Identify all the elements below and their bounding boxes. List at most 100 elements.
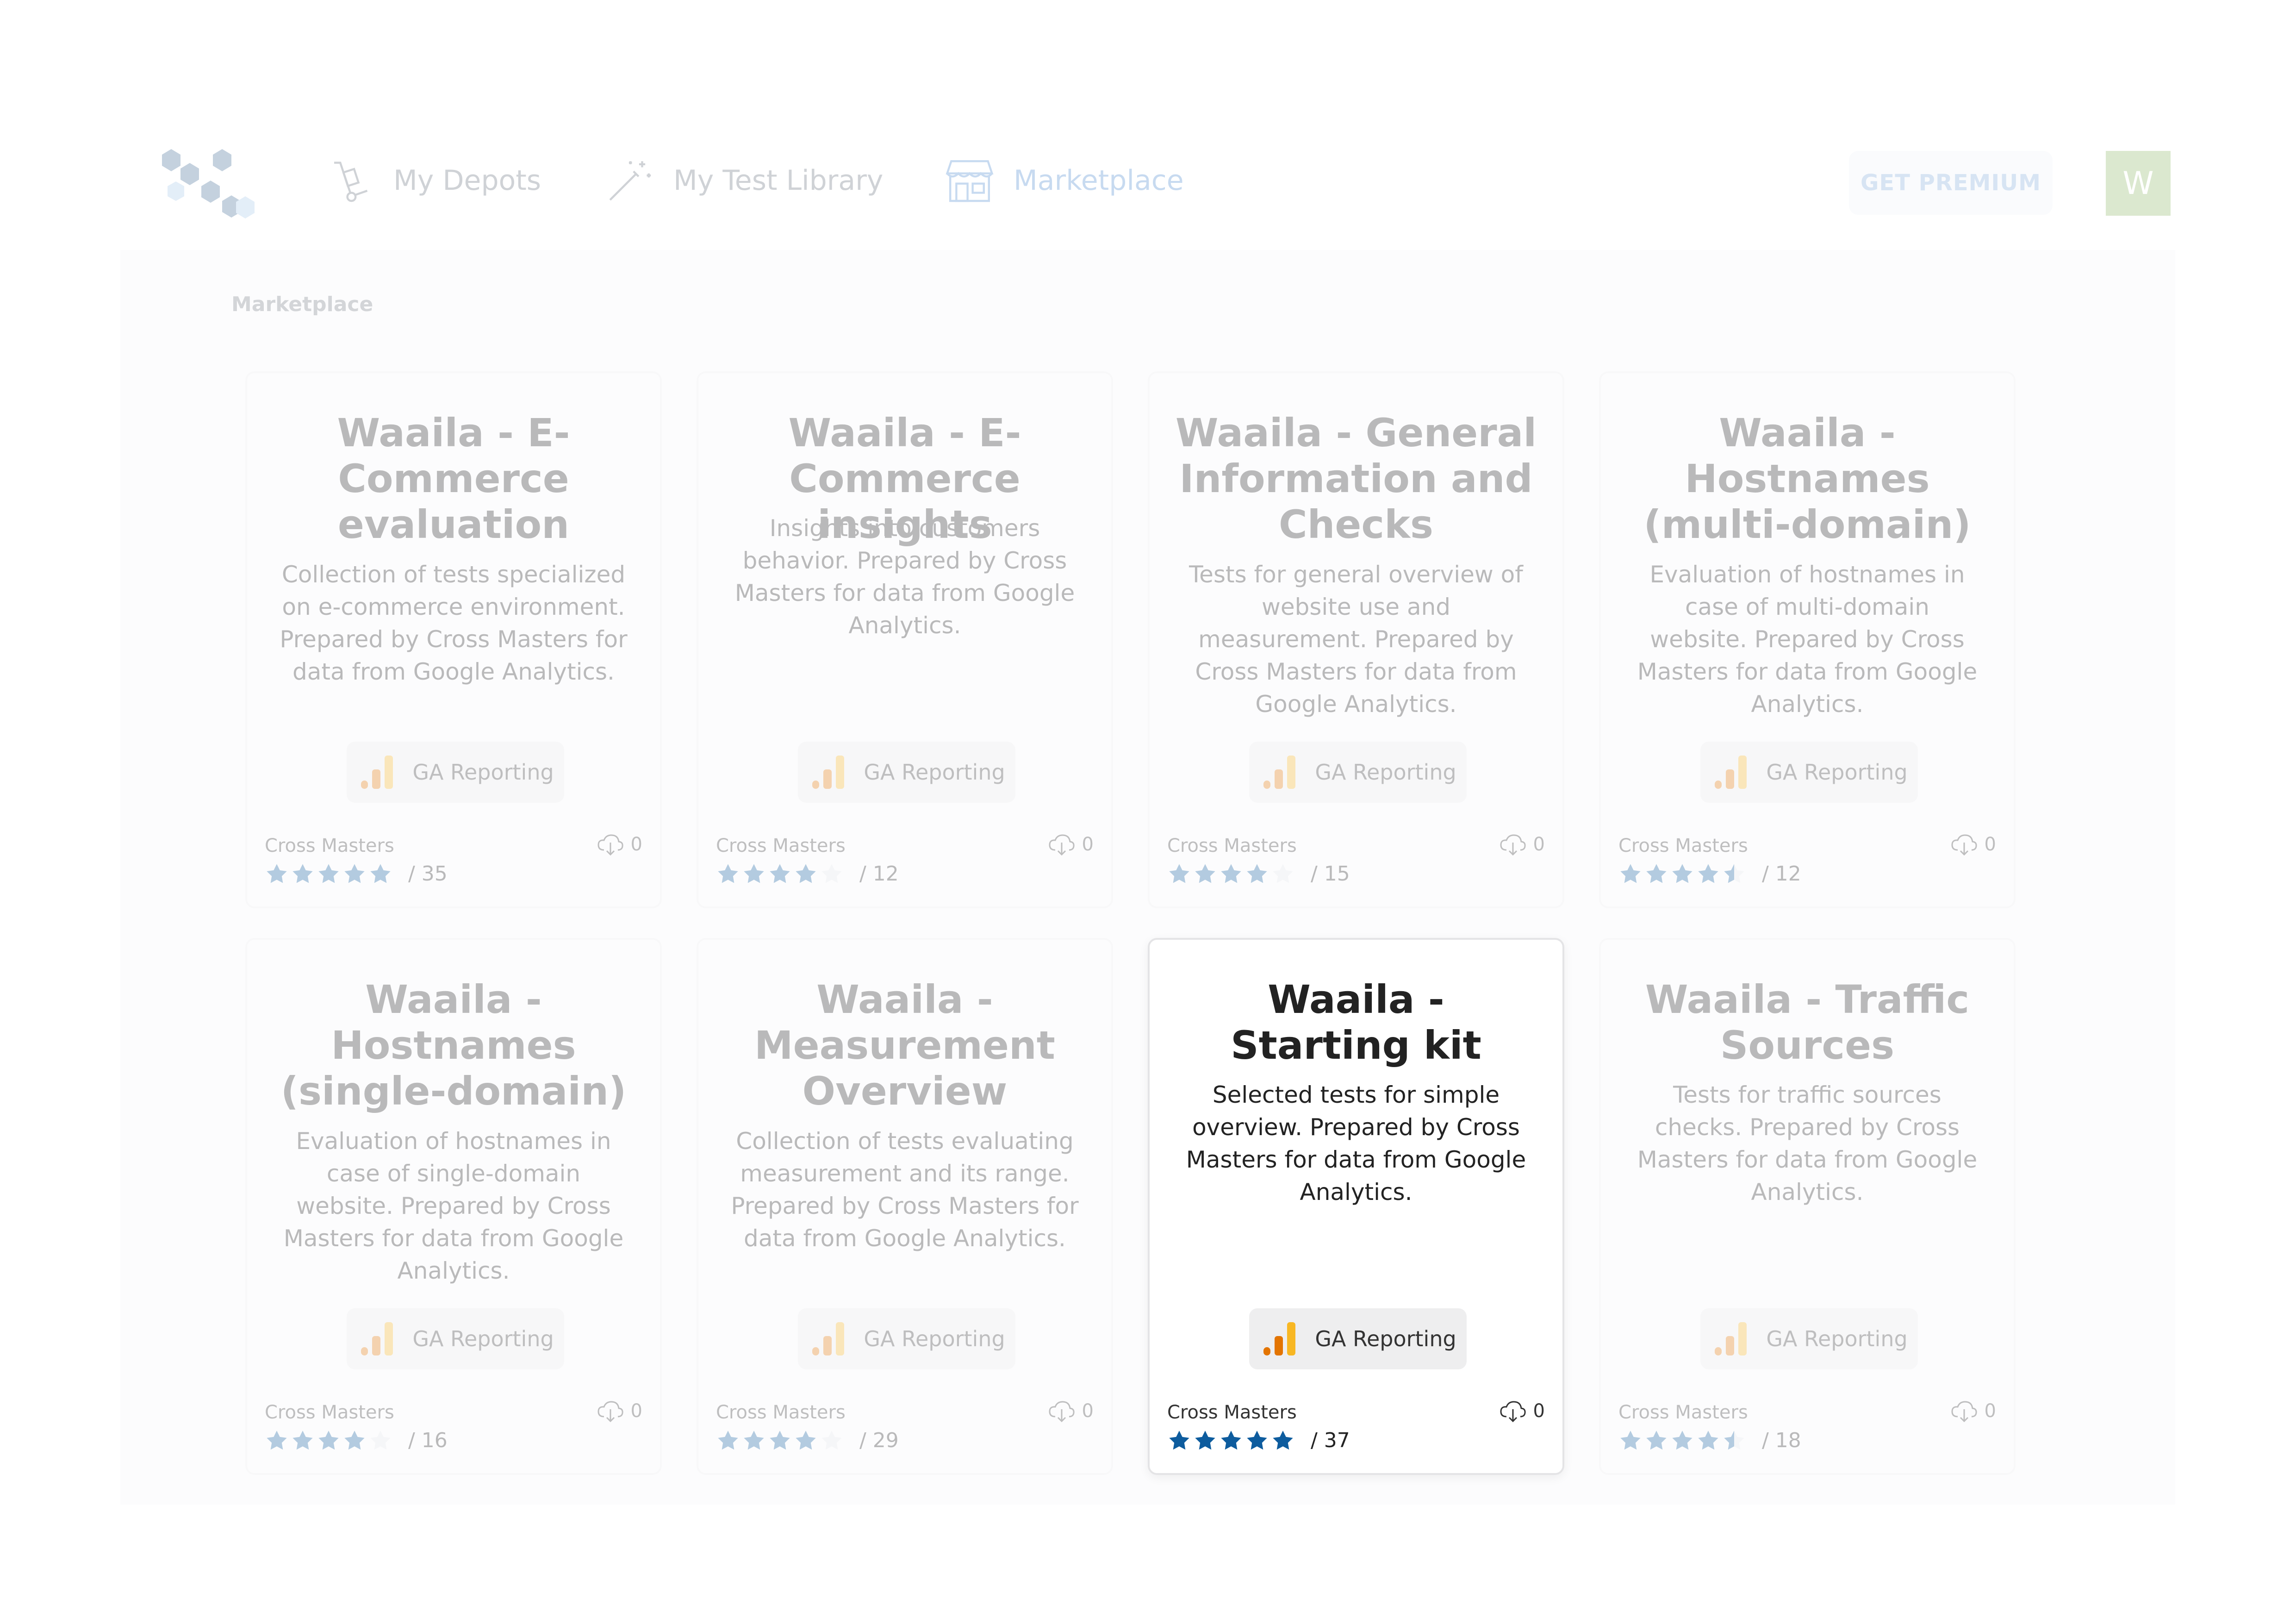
user-avatar[interactable]: W: [2106, 151, 2171, 216]
nav-label: Marketplace: [1014, 164, 1184, 197]
data-source-chip[interactable]: GA Reporting: [798, 742, 1015, 803]
card-description: Evaluation of hostnames in case of singl…: [283, 1128, 624, 1284]
download-count: 0: [1499, 832, 1545, 856]
data-source-label: GA Reporting: [864, 760, 1005, 785]
google-analytics-icon: [812, 1322, 845, 1355]
card-rating: / 35: [265, 862, 448, 886]
star-icon: [1273, 1430, 1293, 1449]
data-source-label: GA Reporting: [412, 1326, 554, 1351]
cloud-download-icon: [1500, 834, 1526, 856]
google-analytics-icon: [361, 756, 393, 789]
google-analytics-icon: [812, 756, 845, 789]
star-icon: [1221, 863, 1241, 883]
google-analytics-icon: [1715, 1322, 1747, 1355]
test-package-card[interactable]: Waaila - E-Commerce insights Insights in…: [697, 371, 1113, 908]
rating-stars: [265, 1429, 392, 1452]
data-source-chip[interactable]: GA Reporting: [347, 1308, 564, 1369]
data-source-label: GA Reporting: [1766, 1326, 1908, 1351]
star-icon: [370, 863, 391, 883]
data-source-chip[interactable]: GA Reporting: [347, 742, 564, 803]
card-publisher: Cross Masters: [1167, 835, 1297, 856]
star-icon: [1620, 863, 1641, 883]
data-source-chip[interactable]: GA Reporting: [1249, 1308, 1467, 1369]
cloud-download-icon: [1049, 834, 1075, 856]
data-source-chip[interactable]: GA Reporting: [1700, 742, 1918, 803]
star-icon: [318, 1430, 339, 1449]
data-source-chip[interactable]: GA Reporting: [1249, 742, 1467, 803]
card-description: Tests for traffic sources checks. Prepar…: [1637, 1081, 1978, 1206]
hand-truck-icon: [334, 162, 368, 202]
card-publisher: Cross Masters: [265, 1402, 394, 1423]
rating-count: / 15: [1311, 862, 1350, 886]
star-icon: [1698, 863, 1718, 883]
storefront-icon: [946, 160, 994, 202]
rating-stars: [1167, 1429, 1295, 1452]
star-icon: [267, 1430, 287, 1449]
download-count-value: 0: [1533, 1400, 1545, 1422]
star-icon: [1195, 1430, 1215, 1449]
star-icon: [718, 1430, 738, 1449]
rating-count: / 12: [859, 862, 899, 886]
magic-wand-icon: [609, 161, 651, 201]
card-title: Waaila - Measurement Overview: [754, 977, 1055, 1114]
nav-my-test-library[interactable]: My Test Library: [604, 153, 883, 208]
card-rating: / 18: [1618, 1429, 1801, 1452]
card-publisher: Cross Masters: [716, 1402, 846, 1423]
star-icon: [1247, 863, 1267, 883]
card-description: Insights into customers behavior. Prepar…: [734, 515, 1075, 639]
card-publisher: Cross Masters: [1618, 1402, 1748, 1423]
google-analytics-icon: [1263, 756, 1296, 789]
data-source-chip[interactable]: GA Reporting: [1700, 1308, 1918, 1369]
card-rating: / 16: [265, 1429, 448, 1452]
star-icon: [1221, 1430, 1241, 1449]
download-count-value: 0: [1984, 834, 1996, 855]
waaila-logo-icon[interactable]: [153, 144, 264, 223]
card-publisher: Cross Masters: [1167, 1402, 1297, 1423]
rating-stars: [1167, 862, 1295, 886]
cloud-download-icon: [1951, 834, 1977, 856]
rating-stars: [1618, 1429, 1746, 1452]
test-package-card[interactable]: Waaila - General Information and Checks …: [1148, 371, 1564, 908]
card-title: Waaila - Traffic Sources: [1645, 977, 1970, 1068]
star-icon: [1724, 863, 1744, 883]
cloud-download-icon: [1951, 1401, 1977, 1423]
star-icon: [370, 1430, 391, 1449]
card-title: Waaila - Starting kit: [1231, 977, 1481, 1068]
rating-stars: [1618, 862, 1746, 886]
download-count-value: 0: [1533, 834, 1545, 855]
cloud-download-icon: [597, 834, 623, 856]
test-package-card[interactable]: Waaila - Starting kit Selected tests for…: [1148, 938, 1564, 1475]
rating-stars: [265, 862, 392, 886]
cloud-download-icon: [1049, 1401, 1075, 1423]
data-source-label: GA Reporting: [1315, 760, 1456, 785]
card-description: Tests for general overview of website us…: [1189, 561, 1523, 718]
data-source-label: GA Reporting: [412, 760, 554, 785]
download-count: 0: [1499, 1399, 1545, 1423]
star-icon: [344, 1430, 365, 1449]
test-package-card[interactable]: Waaila - Traffic Sources Tests for traff…: [1599, 938, 2016, 1475]
test-package-card[interactable]: Waaila - E-Commerce evaluation Collectio…: [245, 371, 662, 908]
star-icon: [744, 1430, 764, 1449]
star-icon: [1646, 1430, 1667, 1449]
card-description: Collection of tests evaluating measureme…: [731, 1128, 1079, 1252]
card-rating: / 37: [1167, 1429, 1350, 1452]
data-source-chip[interactable]: GA Reporting: [798, 1308, 1015, 1369]
star-icon: [292, 1430, 313, 1449]
star-icon: [1724, 1430, 1744, 1449]
marketplace-content: Marketplace Waaila - E-Commerce evaluati…: [120, 250, 2175, 1505]
card-rating: / 12: [716, 862, 899, 886]
card-publisher: Cross Masters: [716, 835, 846, 856]
star-icon: [796, 1430, 816, 1449]
star-icon: [1169, 863, 1189, 883]
get-premium-button[interactable]: GET PREMIUM: [1849, 151, 2053, 215]
download-count: 0: [1048, 1399, 1094, 1423]
card-description: Evaluation of hostnames in case of multi…: [1637, 561, 1978, 718]
star-icon: [1620, 1430, 1641, 1449]
test-package-card[interactable]: Waaila - Hostnames (single-domain) Evalu…: [245, 938, 662, 1475]
test-package-card[interactable]: Waaila - Measurement Overview Collection…: [697, 938, 1113, 1475]
nav-marketplace[interactable]: Marketplace: [944, 153, 1184, 208]
star-icon: [770, 863, 790, 883]
card-description: Collection of tests specialized on e-com…: [280, 561, 628, 685]
nav-my-depots[interactable]: My Depots: [324, 153, 541, 208]
test-package-card[interactable]: Waaila - Hostnames (multi-domain) Evalua…: [1599, 371, 2016, 908]
